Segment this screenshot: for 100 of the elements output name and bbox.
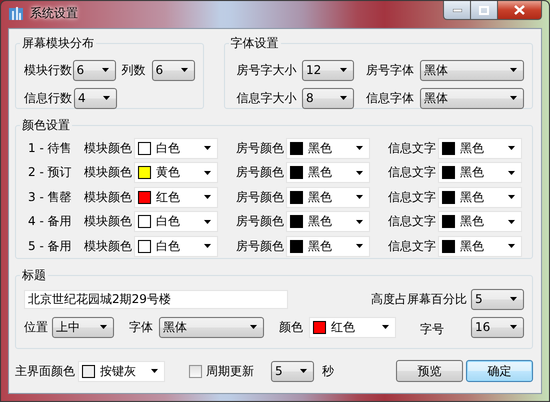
color-dropdown[interactable]: 白色 xyxy=(134,138,218,159)
field-label: 位置 xyxy=(24,318,48,336)
maximize-icon xyxy=(479,6,489,14)
color-dropdown[interactable]: 黑色 xyxy=(286,236,370,257)
dropdown[interactable]: 16 xyxy=(471,316,524,338)
dropdown-arrow-icon xyxy=(151,369,158,373)
field-label: 模块颜色 xyxy=(84,238,132,255)
dropdown[interactable]: 5 xyxy=(271,360,314,382)
field-label: 房号颜色 xyxy=(236,213,284,230)
field-label: 颜色 xyxy=(279,318,303,336)
dropdown-arrow-icon xyxy=(300,369,307,373)
dropdown[interactable]: 4 xyxy=(74,88,117,108)
dropdown[interactable]: 黑体 xyxy=(420,60,524,80)
group-title: 颜色设置 xyxy=(21,117,71,134)
color-dropdown[interactable]: 红色 xyxy=(134,186,218,208)
group-title: 字体设置 xyxy=(230,35,280,52)
window-title: 系统设置 xyxy=(30,4,78,22)
row-label: 4 - 备用 xyxy=(28,213,73,230)
minimize-button[interactable] xyxy=(443,1,471,20)
dropdown-arrow-icon xyxy=(204,244,211,248)
close-button[interactable] xyxy=(498,1,542,20)
dropdown[interactable]: 6 xyxy=(72,60,116,80)
dropdown-arrow-icon xyxy=(204,220,211,224)
dropdown-arrow-icon xyxy=(180,68,188,72)
dropdown-arrow-icon xyxy=(103,96,110,100)
color-dropdown[interactable]: 黑色 xyxy=(438,236,522,257)
field-label: 信息行数 xyxy=(24,90,73,106)
field-label: 信息字大小 xyxy=(236,90,298,106)
dropdown-arrow-icon xyxy=(508,244,515,248)
dropdown-arrow-icon xyxy=(510,297,517,301)
field-label: 房号颜色 xyxy=(236,188,284,206)
row-label: 3 - 售罄 xyxy=(28,188,73,206)
dropdown-arrow-icon xyxy=(510,68,517,72)
dropdown[interactable]: 黑体 xyxy=(159,316,264,338)
dropdown-arrow-icon xyxy=(100,325,107,329)
close-icon xyxy=(514,5,525,15)
dropdown-arrow-icon xyxy=(204,146,211,150)
color-dropdown[interactable]: 白色 xyxy=(134,211,218,232)
color-dropdown[interactable]: 黑色 xyxy=(438,138,522,159)
field-label: 信息文字 xyxy=(388,164,436,182)
dropdown-arrow-icon xyxy=(204,170,211,175)
minimize-icon xyxy=(452,8,462,12)
color-dropdown[interactable]: 黑色 xyxy=(438,211,522,232)
dialog-button[interactable]: 确定 xyxy=(466,360,533,382)
dropdown[interactable]: 8 xyxy=(302,88,354,108)
field-label: 信息文字 xyxy=(388,213,436,230)
field-label: 房号字大小 xyxy=(236,62,298,78)
dropdown-arrow-icon xyxy=(510,325,517,329)
dropdown[interactable]: 12 xyxy=(302,60,354,80)
dropdown-arrow-icon xyxy=(356,244,363,248)
field-label: 信息文字 xyxy=(388,238,436,255)
color-dropdown[interactable]: 黑色 xyxy=(286,186,370,208)
dropdown-arrow-icon xyxy=(356,146,363,150)
color-dropdown[interactable]: 黑色 xyxy=(286,211,370,232)
dropdown-arrow-icon xyxy=(204,195,211,200)
field-label: 模块行数 xyxy=(24,62,73,78)
dropdown-arrow-icon xyxy=(340,68,347,72)
dropdown-arrow-icon xyxy=(508,220,515,224)
group-title: 标题 xyxy=(21,267,47,284)
dropdown[interactable]: 上中 xyxy=(52,316,114,338)
field-label: 房号颜色 xyxy=(236,140,284,157)
title-input-field[interactable]: 北京世纪花园城2期29号楼 xyxy=(24,290,288,308)
dropdown[interactable]: 黑体 xyxy=(420,88,524,108)
field-label: 模块颜色 xyxy=(84,164,132,182)
field-label: 字体 xyxy=(129,318,153,336)
unit-label: 秒 xyxy=(322,362,334,380)
color-dropdown[interactable]: 黑色 xyxy=(286,138,370,159)
field-label: 房号颜色 xyxy=(236,238,284,255)
field-label: 列数 xyxy=(122,62,146,78)
color-dropdown[interactable]: 按键灰 xyxy=(78,360,165,382)
checkbox-label[interactable]: 周期更新 xyxy=(206,362,254,380)
color-dropdown[interactable]: 黑色 xyxy=(438,162,522,184)
dropdown-arrow-icon xyxy=(102,68,109,72)
field-label: 模块颜色 xyxy=(84,188,132,206)
dropdown-arrow-icon xyxy=(508,195,515,200)
dropdown[interactable]: 6 xyxy=(152,60,195,80)
maximize-button[interactable] xyxy=(471,1,498,20)
field-label: 高度占屏幕百分比 xyxy=(371,290,467,308)
color-dropdown[interactable]: 黑色 xyxy=(286,162,370,184)
dropdown-arrow-icon xyxy=(340,96,347,100)
color-dropdown[interactable]: 黄色 xyxy=(134,162,218,184)
color-dropdown[interactable]: 白色 xyxy=(134,236,218,257)
dropdown-arrow-icon xyxy=(508,146,515,150)
dropdown-arrow-icon xyxy=(356,195,363,200)
field-label: 字号 xyxy=(420,320,445,338)
checkbox[interactable] xyxy=(189,364,202,378)
color-dropdown[interactable]: 黑色 xyxy=(438,186,522,208)
field-label: 模块颜色 xyxy=(84,140,132,157)
dropdown-arrow-icon xyxy=(356,170,363,175)
dropdown-arrow-icon xyxy=(382,325,389,329)
field-label: 信息文字 xyxy=(388,140,436,157)
dropdown-arrow-icon xyxy=(250,325,257,329)
color-dropdown[interactable]: 红色 xyxy=(309,316,396,338)
field-label: 模块颜色 xyxy=(84,213,132,230)
field-label: 主界面颜色 xyxy=(15,362,75,380)
row-label: 2 - 预订 xyxy=(28,164,73,182)
field-label: 房号字体 xyxy=(366,62,414,78)
dialog-button[interactable]: 预览 xyxy=(396,360,463,382)
buildings-icon xyxy=(8,5,24,21)
dropdown[interactable]: 5 xyxy=(471,288,524,310)
